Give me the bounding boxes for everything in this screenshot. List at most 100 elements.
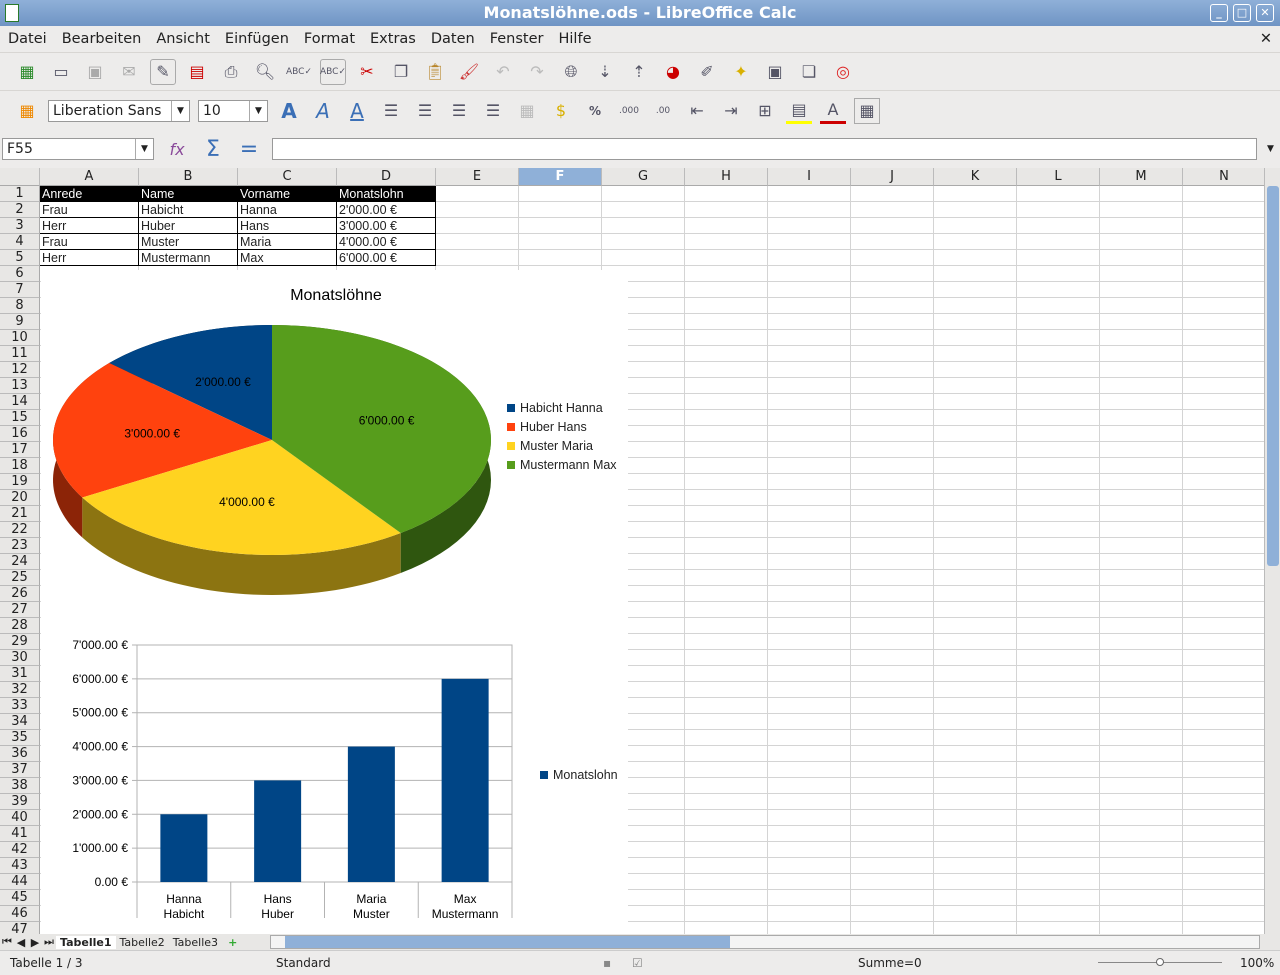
row-header-28[interactable]: 28 <box>0 618 40 634</box>
table-cell[interactable]: Muster <box>139 234 238 250</box>
spellcheck-icon[interactable]: ABC✓ <box>286 59 312 85</box>
first-sheet-button[interactable]: ⏮ <box>0 935 14 949</box>
align-center-icon[interactable]: ☰ <box>412 98 438 124</box>
row-header-2[interactable]: 2 <box>0 202 40 218</box>
print-preview-icon[interactable]: 🔍︎ <box>252 59 278 85</box>
table-cell[interactable]: 3'000.00 € <box>337 218 436 234</box>
table-cell[interactable]: Max <box>238 250 337 266</box>
row-header-45[interactable]: 45 <box>0 890 40 906</box>
formula-icon[interactable]: = <box>236 136 262 162</box>
row-header-24[interactable]: 24 <box>0 554 40 570</box>
row-header-36[interactable]: 36 <box>0 746 40 762</box>
decrease-indent-icon[interactable]: ⇤ <box>684 98 710 124</box>
table-cell[interactable]: Frau <box>40 202 139 218</box>
table-cell[interactable]: Herr <box>40 250 139 266</box>
column-header-B[interactable]: B <box>139 168 238 186</box>
align-right-icon[interactable]: ☰ <box>446 98 472 124</box>
new-document-icon[interactable]: ▦ <box>14 59 40 85</box>
row-header-19[interactable]: 19 <box>0 474 40 490</box>
row-header-26[interactable]: 26 <box>0 586 40 602</box>
row-header-47[interactable]: 47 <box>0 922 40 934</box>
data-sources-icon[interactable]: ❏ <box>796 59 822 85</box>
borders-icon[interactable]: ⊞ <box>752 98 778 124</box>
currency-format-icon[interactable]: $ <box>548 98 574 124</box>
draw-functions-icon[interactable]: ✐ <box>694 59 720 85</box>
row-header-39[interactable]: 39 <box>0 794 40 810</box>
row-header-17[interactable]: 17 <box>0 442 40 458</box>
next-sheet-button[interactable]: ▶ <box>28 936 42 949</box>
row-header-22[interactable]: 22 <box>0 522 40 538</box>
sheet-tab-3[interactable]: Tabelle3 <box>169 936 222 949</box>
menu-bearbeiten[interactable]: Bearbeiten <box>62 31 142 47</box>
row-header-12[interactable]: 12 <box>0 362 40 378</box>
row-header-40[interactable]: 40 <box>0 810 40 826</box>
row-header-27[interactable]: 27 <box>0 602 40 618</box>
row-header-21[interactable]: 21 <box>0 506 40 522</box>
row-header-46[interactable]: 46 <box>0 906 40 922</box>
row-header-42[interactable]: 42 <box>0 842 40 858</box>
table-cell[interactable]: Habicht <box>139 202 238 218</box>
menu-format[interactable]: Format <box>304 31 355 47</box>
expand-formula-icon[interactable]: ▼ <box>1267 144 1274 154</box>
select-all-corner[interactable] <box>0 168 40 186</box>
table-cell[interactable]: Maria <box>238 234 337 250</box>
function-wizard-icon[interactable]: fx <box>164 136 190 162</box>
menu-ansicht[interactable]: Ansicht <box>156 31 210 47</box>
help-icon[interactable]: ◎ <box>830 59 856 85</box>
close-window-button[interactable]: ✕ <box>1256 4 1274 22</box>
export-pdf-icon[interactable]: ▤ <box>184 59 210 85</box>
row-header-29[interactable]: 29 <box>0 634 40 650</box>
menu-daten[interactable]: Daten <box>431 31 475 47</box>
italic-icon[interactable]: A <box>310 98 336 124</box>
menu-hilfe[interactable]: Hilfe <box>559 31 592 47</box>
merge-cells-icon[interactable]: ▦ <box>514 98 540 124</box>
row-header-5[interactable]: 5 <box>0 250 40 266</box>
chevron-down-icon[interactable]: ▼ <box>171 100 189 121</box>
cut-icon[interactable]: ✂ <box>354 59 380 85</box>
navigator-icon[interactable]: ✦ <box>728 59 754 85</box>
column-header-J[interactable]: J <box>851 168 934 186</box>
name-box[interactable]: F55 ▼ <box>2 138 154 160</box>
paste-icon[interactable]: 📋︎ <box>422 59 448 85</box>
insert-chart-icon[interactable]: ◕ <box>660 59 686 85</box>
add-sheet-icon[interactable]: + <box>222 936 243 949</box>
menu-fenster[interactable]: Fenster <box>490 31 544 47</box>
menu-datei[interactable]: Datei <box>8 31 47 47</box>
zoom-slider-handle[interactable] <box>1156 958 1164 966</box>
row-header-18[interactable]: 18 <box>0 458 40 474</box>
row-header-9[interactable]: 9 <box>0 314 40 330</box>
vertical-scroll-thumb[interactable] <box>1267 186 1279 566</box>
increase-indent-icon[interactable]: ⇥ <box>718 98 744 124</box>
print-icon[interactable]: ⎙ <box>218 59 244 85</box>
chevron-down-icon[interactable]: ▼ <box>135 139 153 159</box>
row-header-33[interactable]: 33 <box>0 698 40 714</box>
font-name-select[interactable]: Liberation Sans ▼ <box>48 99 190 122</box>
table-cell[interactable]: Frau <box>40 234 139 250</box>
last-sheet-button[interactable]: ⏭ <box>42 935 56 949</box>
column-header-C[interactable]: C <box>238 168 337 186</box>
autospellcheck-icon[interactable]: ABC✓ <box>320 58 346 85</box>
table-cell[interactable]: Hanna <box>238 202 337 218</box>
column-header-K[interactable]: K <box>934 168 1017 186</box>
styles-icon[interactable]: ▦ <box>14 98 40 124</box>
sum-icon[interactable]: Σ <box>200 136 226 162</box>
row-header-15[interactable]: 15 <box>0 410 40 426</box>
row-header-8[interactable]: 8 <box>0 298 40 314</box>
edit-mode-icon[interactable]: ✎ <box>150 58 176 85</box>
row-header-44[interactable]: 44 <box>0 874 40 890</box>
row-header-32[interactable]: 32 <box>0 682 40 698</box>
row-header-38[interactable]: 38 <box>0 778 40 794</box>
zoom-level[interactable]: 100% <box>1240 951 1274 975</box>
prev-sheet-button[interactable]: ◀ <box>14 936 28 949</box>
table-cell[interactable]: Huber <box>139 218 238 234</box>
undo-icon[interactable]: ↶ <box>490 59 516 85</box>
table-header-cell[interactable]: Monatslohn <box>337 186 436 202</box>
sort-ascending-icon[interactable]: ⇣ <box>592 59 618 85</box>
sheet-tab-2[interactable]: Tabelle2 <box>116 936 169 949</box>
sort-descending-icon[interactable]: ⇡ <box>626 59 652 85</box>
row-header-13[interactable]: 13 <box>0 378 40 394</box>
open-icon[interactable]: ▭ <box>48 59 74 85</box>
font-color-icon[interactable]: A <box>820 98 846 124</box>
menu-extras[interactable]: Extras <box>370 31 416 47</box>
table-cell[interactable]: Herr <box>40 218 139 234</box>
